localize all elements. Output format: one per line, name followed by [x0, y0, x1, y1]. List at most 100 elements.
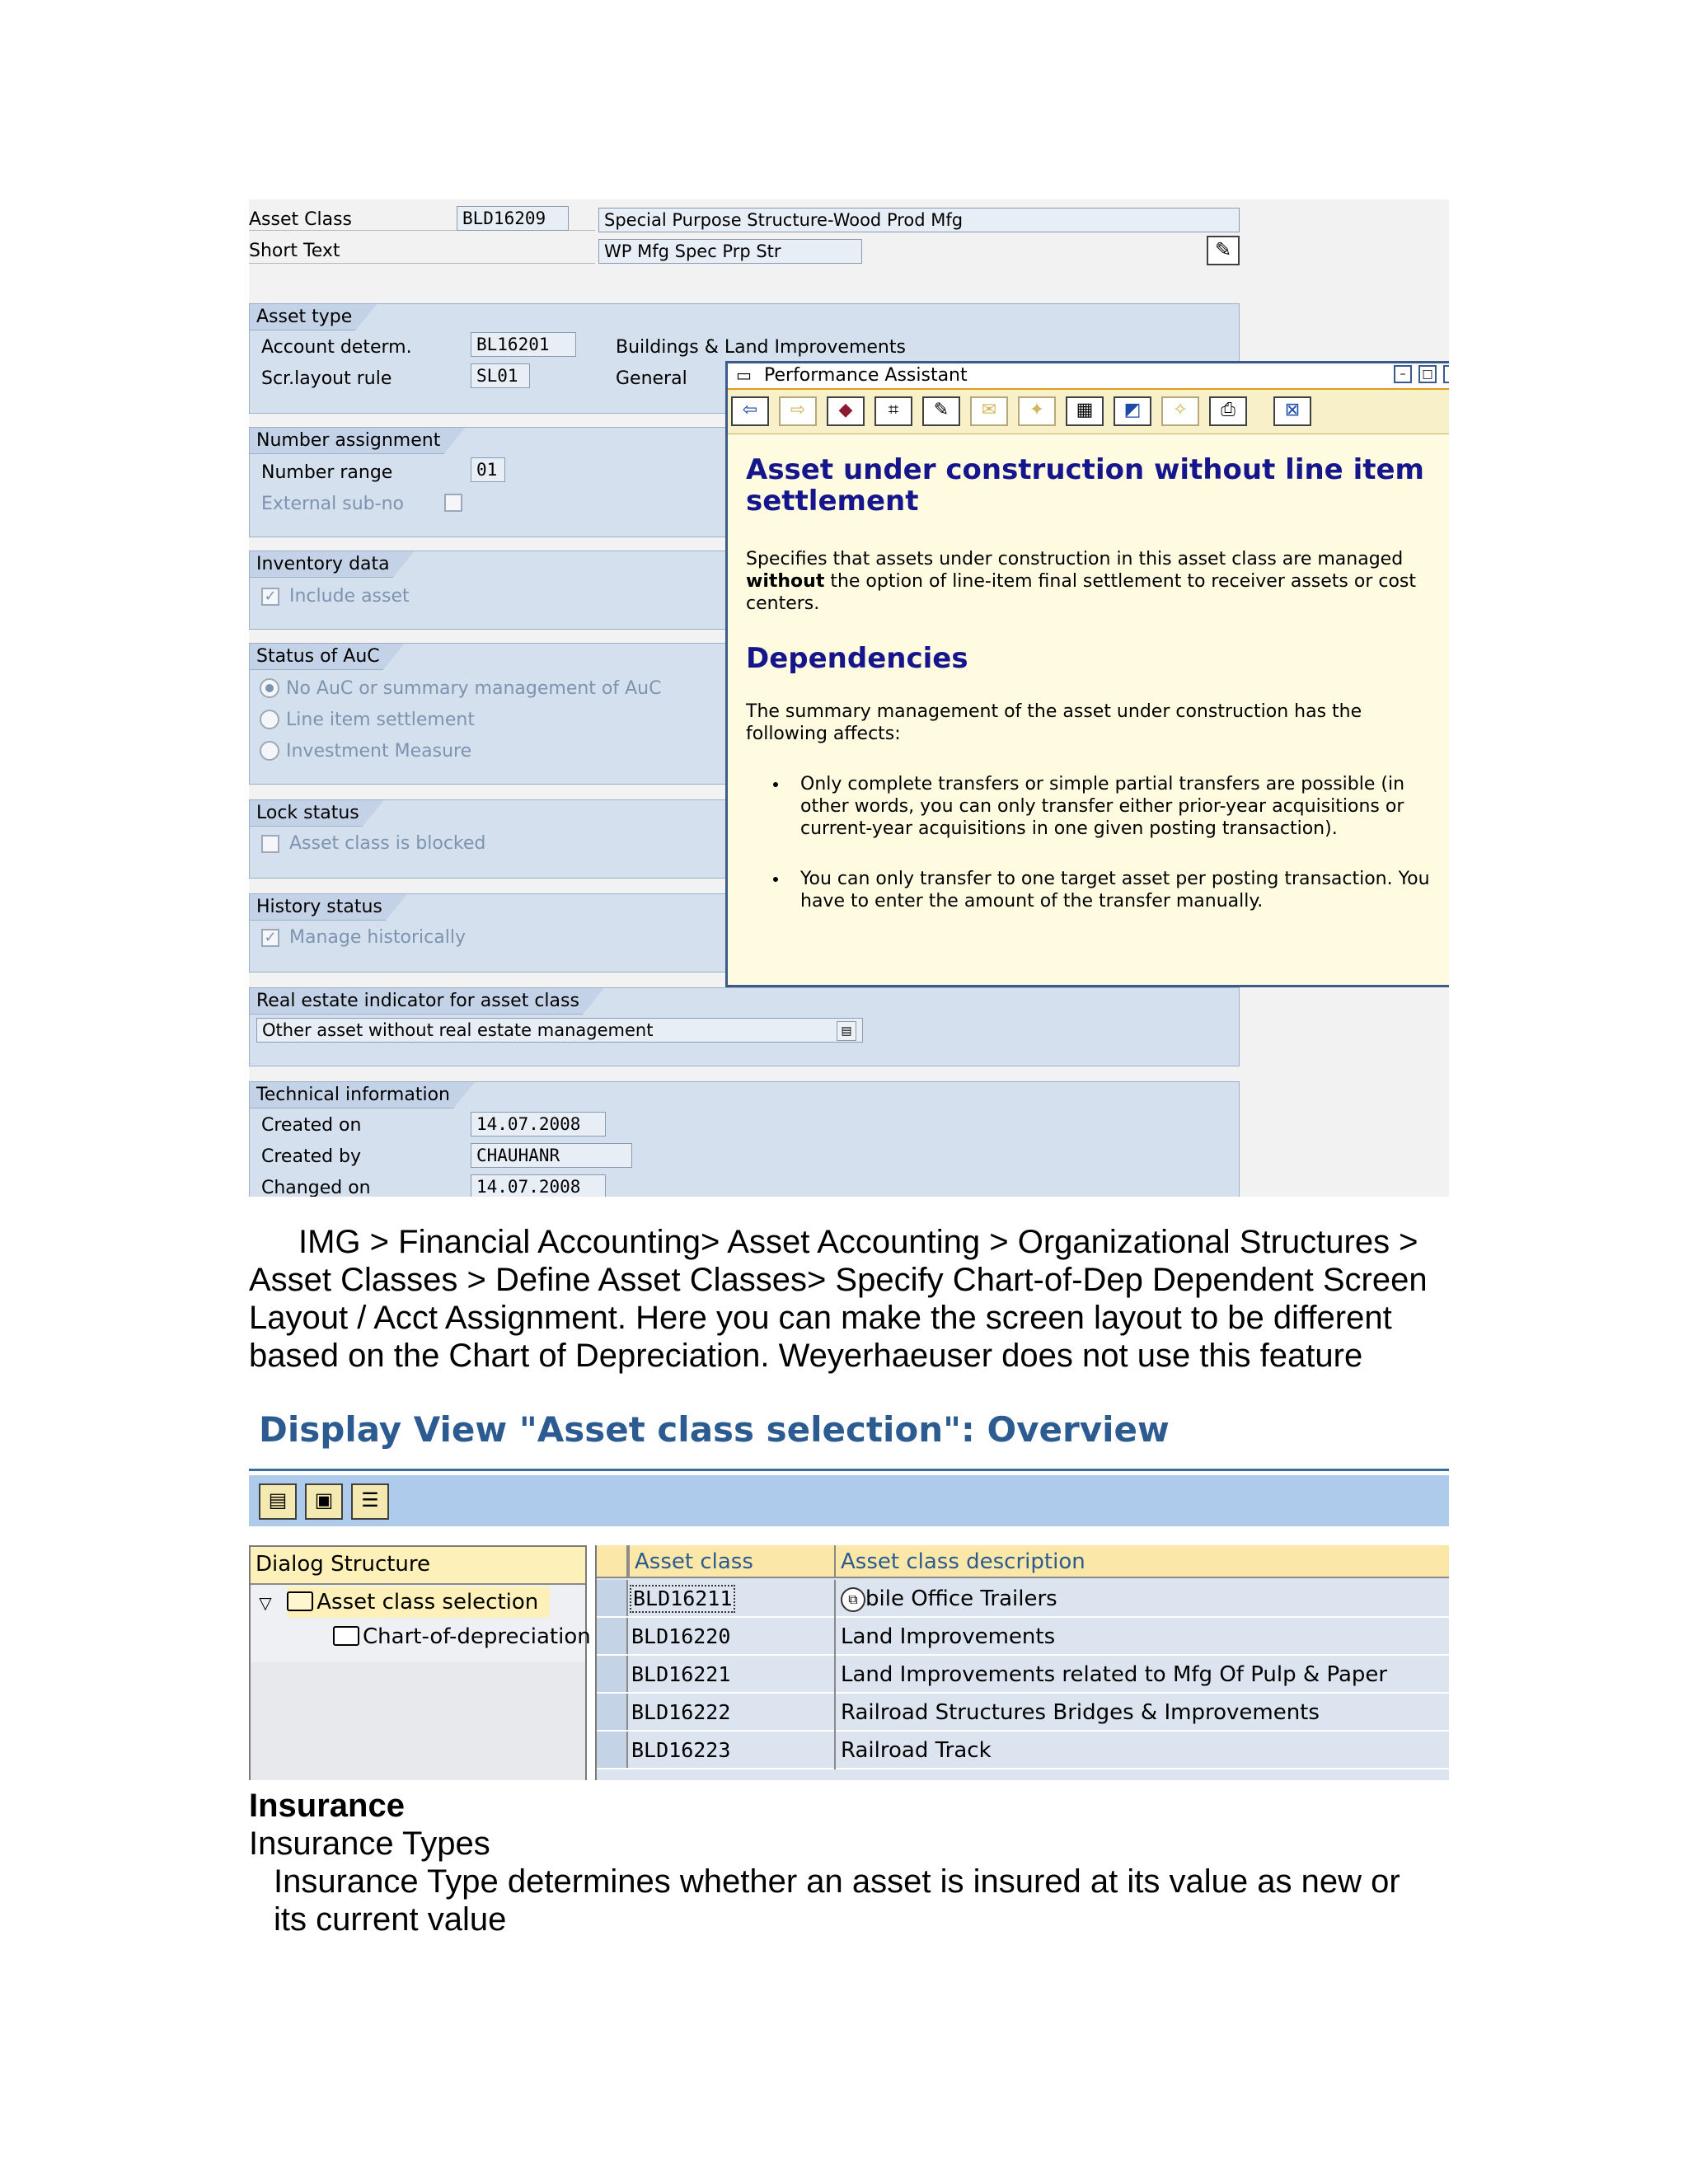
table-row[interactable]: BLD16211 ⧉ bile Office Trailers: [597, 1580, 1449, 1618]
asset-type-title: Asset type: [250, 304, 377, 330]
list-icon[interactable]: ☰: [351, 1483, 389, 1520]
created-on-label: Created on: [261, 1115, 362, 1136]
real-estate-group: Real estate indicator for asset class Ot…: [249, 987, 1240, 1066]
performance-assistant-titlebar[interactable]: ▭ Performance Assistant – □ ×: [728, 363, 1449, 390]
maximize-icon[interactable]: □: [1418, 365, 1437, 383]
dependencies-paragraph: The summary management of the asset unde…: [746, 701, 1362, 744]
include-asset-label: Include asset: [289, 586, 410, 607]
row-selector[interactable]: [597, 1732, 628, 1768]
auc-option-label: No AuC or summary management of AuC: [286, 678, 662, 699]
dropdown-icon[interactable]: ▤: [837, 1021, 856, 1041]
magnifier-icon: ⧉: [841, 1587, 865, 1612]
layout-icon[interactable]: ◩: [1114, 396, 1151, 426]
auc-option-label: Line item settlement: [286, 710, 475, 730]
asset-class-field[interactable]: BLD16209: [457, 206, 569, 231]
body-paragraph-line: based on the Chart of Depreciation. Weye…: [249, 1338, 1363, 1374]
page-title: Display View "Asset class selection": Ov…: [259, 1409, 1170, 1450]
insurance-paragraph-line: Insurance Type determines whether an ass…: [274, 1863, 1400, 1900]
expand-triangle-icon[interactable]: ▽: [251, 1587, 280, 1619]
asset-class-blocked-checkbox[interactable]: [261, 835, 279, 853]
asset-class-table: Asset class Asset class description BLD1…: [595, 1545, 1449, 1780]
technical-info-title: Technical information: [250, 1082, 475, 1108]
description-cell[interactable]: Railroad Structures Bridges & Improvemen…: [834, 1694, 1449, 1732]
asset-class-cell[interactable]: BLD16221: [631, 1656, 730, 1694]
title-divider: [249, 1469, 1449, 1471]
inventory-data-title: Inventory data: [250, 551, 415, 578]
row-selector[interactable]: [597, 1580, 628, 1616]
forward-arrow-icon[interactable]: ⇨: [779, 396, 817, 426]
column-header-asset-class[interactable]: Asset class: [628, 1545, 834, 1578]
created-on-field[interactable]: 14.07.2008: [471, 1112, 606, 1137]
manage-historically-checkbox[interactable]: ✓: [261, 929, 279, 947]
real-estate-select[interactable]: Other asset without real estate manageme…: [256, 1018, 863, 1043]
account-determ-field[interactable]: BL16201: [471, 332, 576, 357]
tree-item-asset-class-selection[interactable]: ▽ Asset class selection: [251, 1586, 585, 1619]
description-cell[interactable]: ⧉ bile Office Trailers: [834, 1580, 1449, 1618]
auc-option-radio[interactable]: [260, 678, 279, 698]
back-arrow-icon[interactable]: ⇦: [731, 396, 769, 426]
row-selector[interactable]: [597, 1694, 628, 1730]
auc-option-radio[interactable]: [260, 741, 279, 761]
description-cell[interactable]: Railroad Track: [834, 1732, 1449, 1769]
table-icon[interactable]: ▦: [1066, 396, 1104, 426]
table-row[interactable]: BLD16221 Land Improvements related to Mf…: [597, 1656, 1449, 1694]
dialog-structure-header: Dialog Structure: [251, 1547, 585, 1585]
asset-class-label: Asset Class: [249, 209, 353, 230]
created-by-field[interactable]: CHAUHANR: [471, 1143, 632, 1168]
edit-icon[interactable]: ✎: [922, 396, 960, 426]
minimize-icon[interactable]: –: [1394, 365, 1412, 383]
number-range-field[interactable]: 01: [471, 457, 505, 482]
performance-assistant-content: Asset under construction without line it…: [746, 454, 1447, 940]
asset-class-cell[interactable]: BLD16222: [631, 1694, 730, 1732]
details-icon[interactable]: ▣: [305, 1483, 343, 1520]
toolbar: ▤ ▣ ☰: [249, 1475, 1449, 1526]
account-determ-label: Account determ.: [261, 337, 412, 358]
asset-class-cell[interactable]: BLD16211: [630, 1585, 736, 1613]
body-paragraph-line: Layout / Acct Assignment. Here you can m…: [249, 1300, 1392, 1336]
technical-info-icon[interactable]: ⌗: [874, 396, 912, 426]
table-row[interactable]: BLD16220 Land Improvements: [597, 1618, 1449, 1656]
insurance-heading: Insurance: [249, 1788, 405, 1824]
folder-open-icon: [287, 1591, 314, 1611]
row-selector[interactable]: [597, 1656, 628, 1692]
asset-class-description-field[interactable]: Special Purpose Structure-Wood Prod Mfg: [598, 208, 1240, 232]
table-row[interactable]: BLD16222 Railroad Structures Bridges & I…: [597, 1694, 1449, 1732]
body-paragraph-line: IMG > Financial Accounting> Asset Accoun…: [298, 1224, 1418, 1260]
external-subno-checkbox[interactable]: [444, 494, 462, 512]
print-icon[interactable]: ⎙: [1209, 396, 1247, 426]
row-selector[interactable]: [597, 1618, 628, 1654]
number-assignment-title: Number assignment: [250, 428, 465, 454]
column-header-description[interactable]: Asset class description: [834, 1545, 1449, 1578]
real-estate-title: Real estate indicator for asset class: [250, 988, 604, 1015]
tree-item-chart-of-depreciation[interactable]: Chart-of-depreciation: [333, 1621, 591, 1654]
link-icon[interactable]: ✦: [1018, 396, 1056, 426]
bookmark-icon[interactable]: ✧: [1161, 396, 1199, 426]
short-text-label: Short Text: [249, 241, 340, 261]
body-paragraph-line: Asset Classes > Define Asset Classes> Sp…: [249, 1262, 1428, 1298]
help-heading: Asset under construction without line it…: [746, 453, 1424, 518]
window-icon: ▭: [736, 365, 752, 385]
edit-icon[interactable]: ✎: [1207, 236, 1240, 265]
tree-item-highlight: Asset class selection: [287, 1586, 551, 1618]
select-all-cell[interactable]: [597, 1545, 628, 1577]
table-row[interactable]: BLD16223 Railroad Track: [597, 1732, 1449, 1769]
auc-option-radio[interactable]: [260, 710, 279, 729]
screen-layout-description: General: [616, 368, 687, 389]
help-text: the option of line-item final settlement…: [746, 571, 1417, 614]
asset-class-selection-screen: Display View "Asset class selection": Ov…: [249, 1393, 1449, 1780]
short-text-field[interactable]: WP Mfg Spec Prp Str: [598, 239, 862, 264]
description-cell[interactable]: Land Improvements related to Mfg Of Pulp…: [834, 1656, 1449, 1694]
asset-class-cell[interactable]: BLD16220: [631, 1618, 730, 1656]
book-icon[interactable]: ◆: [827, 396, 865, 426]
help-text: Specifies that assets under construction…: [746, 549, 1404, 569]
changed-on-field[interactable]: 14.07.2008: [471, 1174, 606, 1197]
close-window-icon[interactable]: ×: [1443, 365, 1449, 383]
close-icon[interactable]: ⊠: [1273, 396, 1311, 426]
description-cell[interactable]: Land Improvements: [834, 1618, 1449, 1656]
include-asset-checkbox[interactable]: ✓: [261, 588, 279, 606]
screen-layout-field[interactable]: SL01: [471, 363, 530, 388]
select-all-icon[interactable]: ▤: [259, 1483, 297, 1520]
asset-class-cell[interactable]: BLD16223: [631, 1732, 730, 1769]
note-icon[interactable]: ✉: [970, 396, 1008, 426]
performance-assistant-toolbar: ⇦ ⇨ ◆ ⌗ ✎ ✉ ✦ ▦ ◩ ✧ ⎙ ⊠: [728, 390, 1449, 434]
